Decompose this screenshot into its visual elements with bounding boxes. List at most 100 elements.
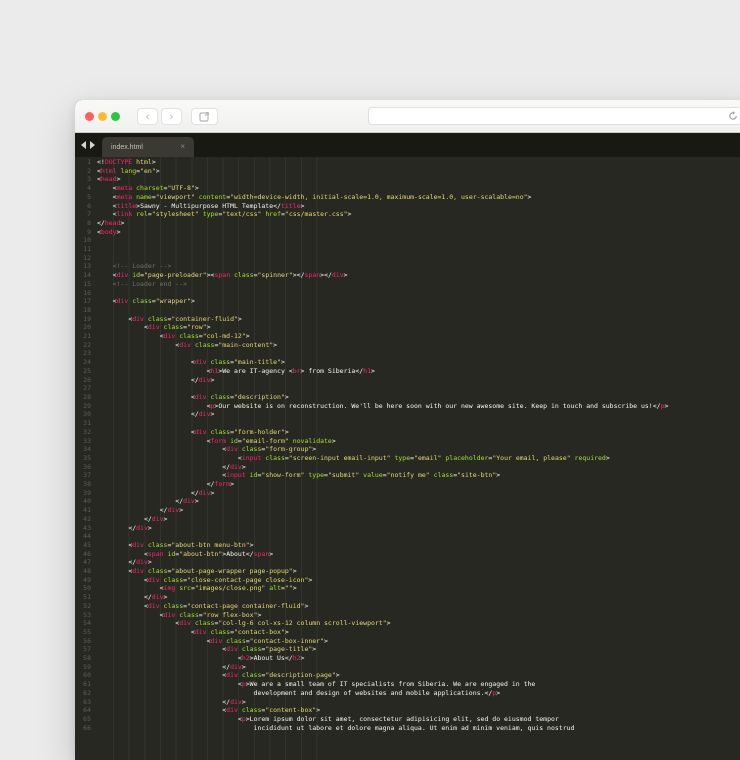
code-line-text: </form>: [206, 480, 234, 489]
line-number: 9: [87, 227, 91, 236]
code-line-text: <input id="show-form" type="submit" valu…: [222, 471, 501, 480]
line-number: 27: [83, 384, 91, 393]
tab-label: index.html: [111, 143, 143, 151]
forward-button[interactable]: ›: [161, 107, 182, 125]
line-number: 59: [83, 662, 91, 671]
code-line-text: </head>: [97, 218, 125, 227]
code-line: 59 </div>: [75, 663, 740, 672]
code-line: 62 development and design of websites an…: [75, 689, 740, 698]
line-number: 22: [83, 340, 91, 349]
code-line-text: <div class="row">: [143, 323, 211, 332]
code-line: 16: [75, 289, 740, 298]
line-number: 26: [83, 375, 91, 384]
code-line-text: <head>: [97, 175, 121, 184]
close-button[interactable]: [85, 111, 94, 121]
code-line-text: incididunt ut labore et dolore magna ali…: [253, 723, 575, 732]
line-number: 52: [83, 601, 91, 610]
code-line: 26 </div>: [75, 376, 740, 385]
code-line-text: <p>We are a small team of IT specialists…: [237, 680, 536, 689]
line-number: 18: [83, 305, 91, 314]
line-number: 6: [87, 201, 91, 210]
line-number: 19: [83, 314, 91, 323]
code-line: 46 <span id="about-btn">About</span>: [75, 550, 740, 559]
line-number: 25: [83, 366, 91, 375]
line-number: 40: [83, 497, 91, 506]
code-line: 18: [75, 306, 740, 315]
code-line: 10: [75, 236, 740, 245]
tab-scroll-left-icon[interactable]: [81, 141, 86, 149]
line-number: 60: [83, 671, 91, 680]
code-line: 17 <div class="wrapper">: [75, 297, 740, 306]
reload-icon[interactable]: [728, 111, 738, 121]
line-number: 28: [83, 392, 91, 401]
code-line: 44: [75, 532, 740, 541]
chevron-right-icon: ›: [169, 109, 174, 123]
code-line-text: </div>: [222, 462, 246, 471]
new-tab-icon: [199, 111, 210, 122]
line-number: 55: [83, 627, 91, 636]
code-line-text: <div class="main-content">: [175, 340, 278, 349]
zoom-button[interactable]: [111, 111, 120, 121]
tab-scroll-right-icon[interactable]: [90, 141, 95, 149]
code-lines: 1 <!DOCTYPE html> 2 <html lang="en"> 3 <head>…: [75, 157, 740, 732]
line-number: 2: [87, 166, 91, 175]
code-line-text: <span id="about-btn">About</span>: [143, 549, 274, 558]
editor-tab-bar: index.html ×: [75, 133, 740, 157]
code-line: 47 </div>: [75, 558, 740, 567]
line-number: 3: [87, 175, 91, 184]
code-line: 63 </div>: [75, 698, 740, 707]
line-number: 49: [83, 575, 91, 584]
browser-window: ‹ › index.html × 1 <!DOCTYPE html> 2 <ht…: [75, 100, 740, 760]
code-line: 56 <div class="contact-box-inner">: [75, 637, 740, 646]
line-number: 15: [83, 279, 91, 288]
code-line: 20 <div class="row">: [75, 323, 740, 332]
line-number: 23: [83, 349, 91, 358]
line-number: 37: [83, 471, 91, 480]
code-line: 6 <title>Sawny - Multipurpose HTML Templ…: [75, 202, 740, 211]
code-line-text: </div>: [222, 662, 246, 671]
line-number: 13: [83, 262, 91, 271]
code-line-text: </div>: [128, 558, 152, 567]
code-line-text: <p>Our website is on reconstruction. We'…: [206, 401, 669, 410]
line-number: 24: [83, 358, 91, 367]
code-line: 65 <p>Lorem ipsum dolor sit amet, consec…: [75, 715, 740, 724]
new-tab-button[interactable]: [191, 107, 218, 125]
code-line-text: <div class="row flex-box">: [159, 610, 262, 619]
line-number: 17: [83, 297, 91, 306]
line-number: 62: [83, 688, 91, 697]
line-number: 30: [83, 410, 91, 419]
tab-index-html[interactable]: index.html ×: [102, 137, 194, 157]
code-line-text: <div class="main-title">: [190, 358, 285, 367]
address-bar: [368, 107, 740, 125]
code-line: 2 <html lang="en">: [75, 167, 740, 176]
code-line-text: <div class="description">: [190, 392, 289, 401]
line-number: 32: [83, 427, 91, 436]
tab-close-icon[interactable]: ×: [180, 143, 185, 151]
line-number: 8: [87, 218, 91, 227]
code-line-text: <div id="page-preloader"><span class="sp…: [112, 271, 348, 280]
code-line: 38 </form>: [75, 480, 740, 489]
code-line: 61 <p>We are a small team of IT speciali…: [75, 680, 740, 689]
line-number: 29: [83, 401, 91, 410]
code-area[interactable]: 1 <!DOCTYPE html> 2 <html lang="en"> 3 <head>…: [75, 157, 740, 760]
line-number: 57: [83, 645, 91, 654]
code-line: 52 <div class="contact-page container-fl…: [75, 602, 740, 611]
code-line: 28 <div class="description">: [75, 393, 740, 402]
line-number: 58: [83, 654, 91, 663]
code-editor: index.html × 1 <!DOCTYPE html> 2 <html lang…: [75, 133, 740, 760]
line-number: 31: [83, 419, 91, 428]
code-line-text: <h2>About Us</h2>: [237, 654, 305, 663]
line-number: 43: [83, 523, 91, 532]
code-line-text: </div>: [143, 514, 168, 523]
back-button[interactable]: ‹: [137, 107, 158, 125]
code-line-text: </div>: [128, 523, 152, 532]
line-number: 5: [87, 192, 91, 201]
code-line-text: <div class="content-box">: [222, 706, 321, 715]
tab-scroll-arrows: [81, 133, 95, 157]
code-line-text: <html lang="en">: [97, 166, 160, 175]
code-line: 21 <div class="col-md-12">: [75, 332, 740, 341]
code-line-text: <div class="contact-box-inner">: [206, 636, 328, 645]
code-line-text: <!-- Loader -->: [112, 262, 172, 271]
minimize-button[interactable]: [98, 111, 107, 121]
address-input[interactable]: [375, 110, 728, 122]
